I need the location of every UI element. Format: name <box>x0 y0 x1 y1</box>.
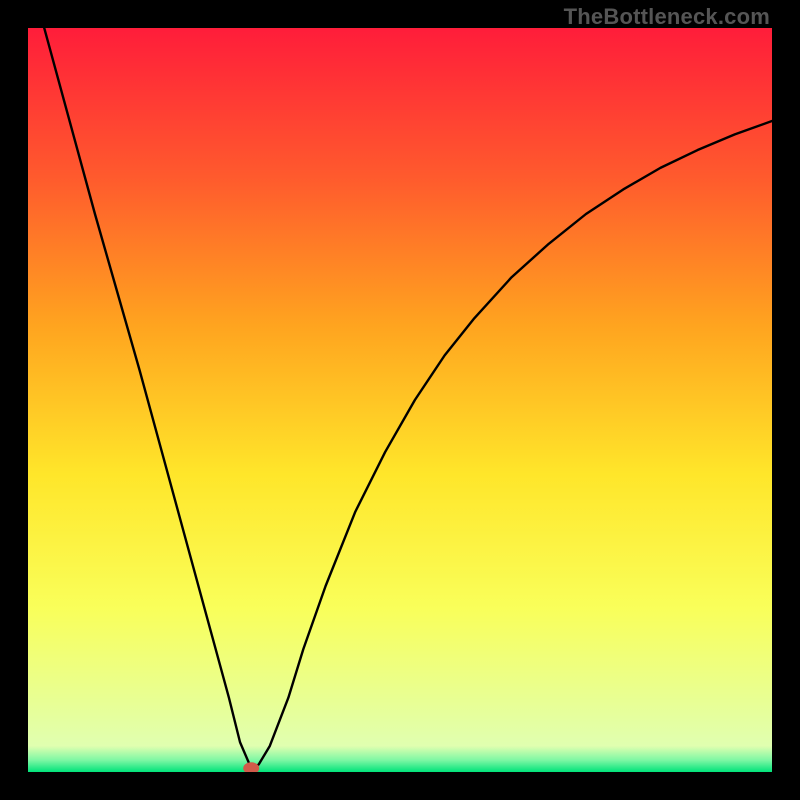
bottleneck-chart <box>28 28 772 772</box>
chart-background <box>28 28 772 772</box>
watermark-text: TheBottleneck.com <box>564 4 770 30</box>
chart-frame <box>28 28 772 772</box>
